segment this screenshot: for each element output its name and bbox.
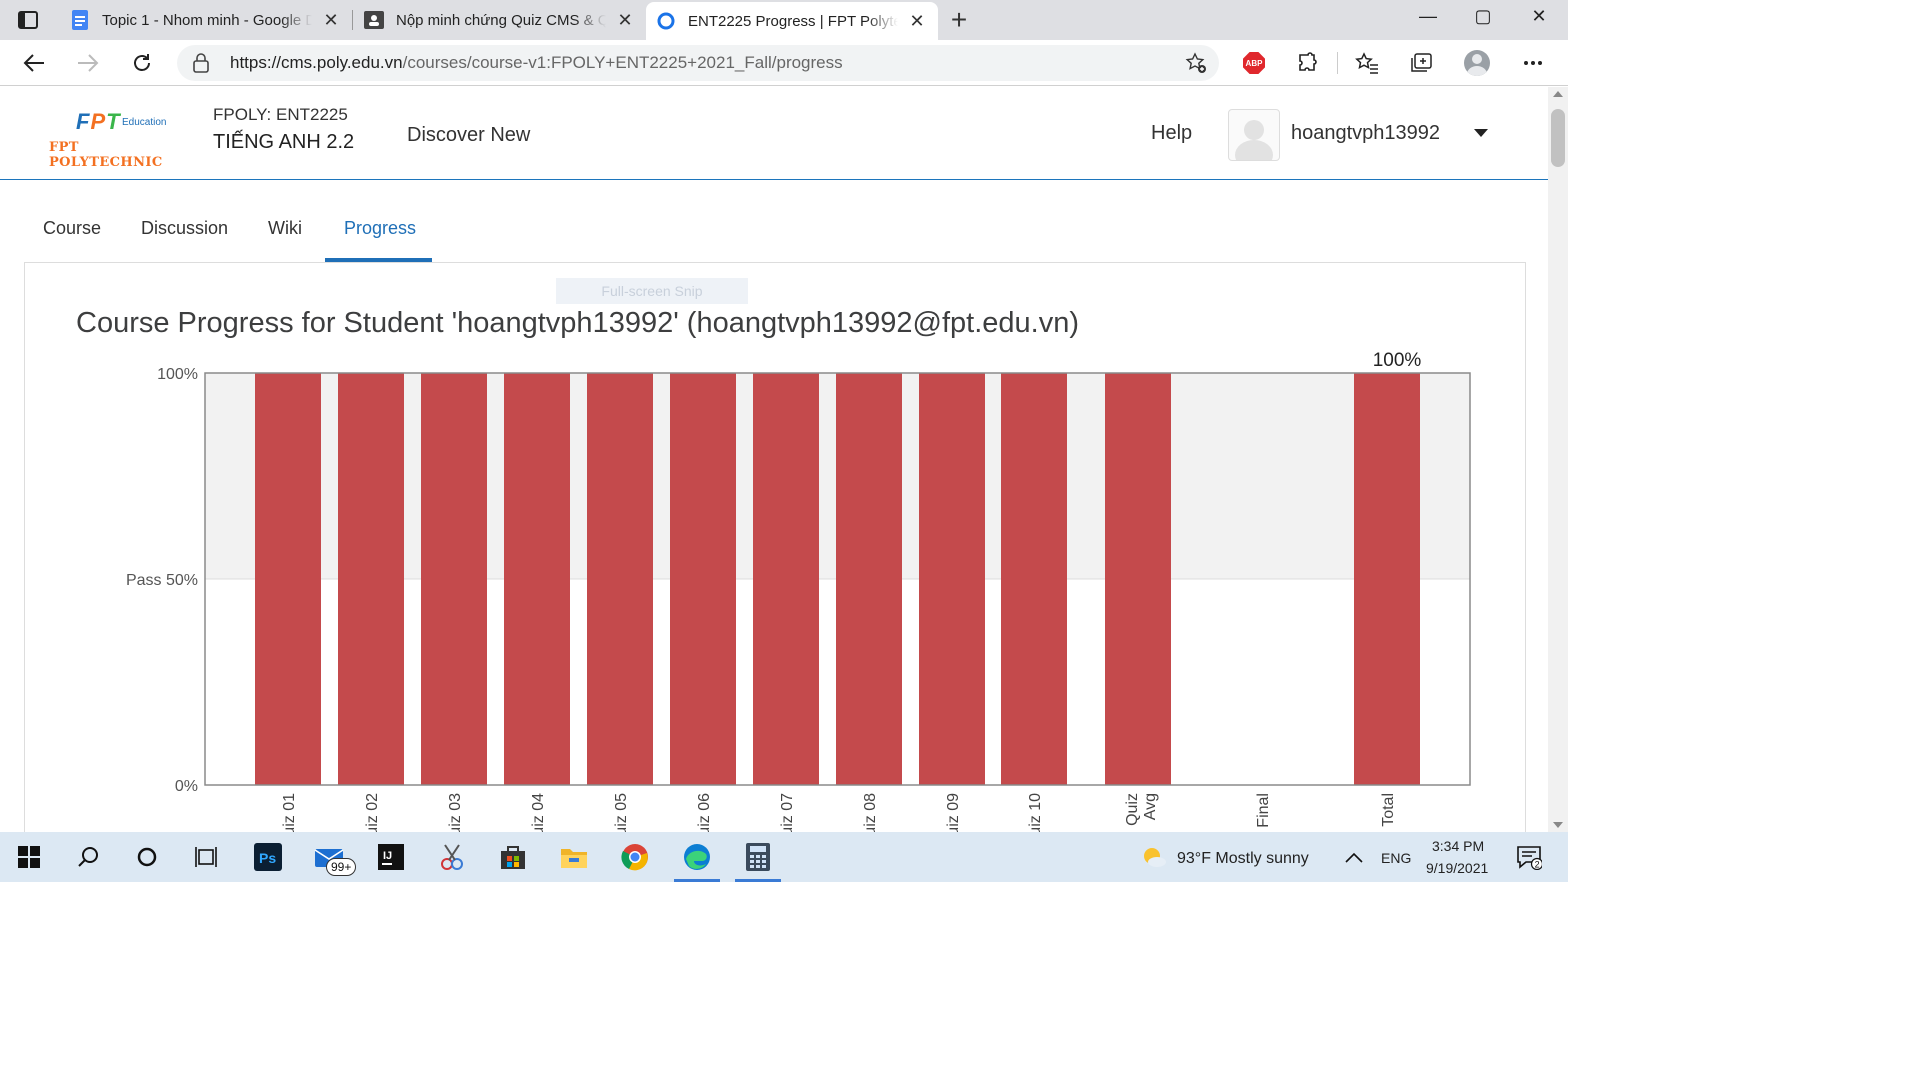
x-tick-label: uiz 05 <box>613 793 630 832</box>
url-path: /courses/course-v1:FPOLY+ENT2225+2021_Fa… <box>402 53 843 72</box>
extensions-puzzle-icon[interactable] <box>1295 50 1321 76</box>
weather-sun-icon[interactable] <box>1138 841 1170 873</box>
bar-quiz-07 <box>753 373 819 785</box>
mail-badge: 99+ <box>326 858 357 876</box>
tab-separator <box>352 10 353 30</box>
x-tick-label: uiz 09 <box>945 793 962 832</box>
total-value-label: 100% <box>1373 350 1422 371</box>
add-favorite-icon[interactable] <box>1185 52 1207 74</box>
svg-text:IJ: IJ <box>383 850 392 862</box>
profile-icon[interactable] <box>1464 50 1490 76</box>
clock-time[interactable]: 3:34 PM <box>1432 838 1484 854</box>
windows-start-icon[interactable] <box>13 841 45 873</box>
snipping-tool-icon[interactable] <box>436 841 468 873</box>
edge-loading-icon <box>656 11 676 31</box>
classroom-icon <box>364 10 384 30</box>
y-tick-label: 0% <box>175 778 198 795</box>
tab-google-docs[interactable]: Topic 1 - Nhom minh - Google D ✕ <box>60 3 350 37</box>
bar-quiz-03 <box>421 373 487 785</box>
bar-quiz-02 <box>338 373 404 785</box>
calculator-icon[interactable] <box>742 841 774 873</box>
tab-close-icon[interactable]: ✕ <box>322 10 340 31</box>
tab-close-icon[interactable]: ✕ <box>908 11 926 32</box>
toolbar-separator <box>1337 52 1338 74</box>
x-tick-label: QuizAvg <box>1124 793 1159 826</box>
avatar <box>1464 50 1490 76</box>
new-tab-button[interactable]: + <box>946 6 972 34</box>
store-icon[interactable] <box>497 841 529 873</box>
photoshop-icon[interactable]: Ps <box>252 841 284 873</box>
windows-taskbar: Ps 99+ IJ 93°F Mostly sunny ENG 3:34 PM … <box>0 832 1568 882</box>
tab-close-icon[interactable]: ✕ <box>616 10 634 31</box>
bar-quiz-09 <box>919 373 985 785</box>
x-tick-label: Total <box>1380 793 1397 827</box>
intellij-icon[interactable]: IJ <box>375 841 407 873</box>
more-icon[interactable] <box>1520 50 1546 76</box>
browser-toolbar: https://cms.poly.edu.vn/courses/course-v… <box>0 40 1568 86</box>
x-tick-label: uiz 03 <box>447 793 464 832</box>
cortana-icon[interactable] <box>131 841 163 873</box>
edge-active-indicator <box>674 879 720 882</box>
x-tick-label: uiz 02 <box>364 793 381 832</box>
x-tick-label: Final <box>1255 793 1272 828</box>
x-tick-label: uiz 10 <box>1027 793 1044 832</box>
edge-icon[interactable] <box>681 841 713 873</box>
favorites-icon[interactable] <box>1354 50 1380 76</box>
vertical-scrollbar[interactable] <box>1548 87 1568 832</box>
scroll-thumb[interactable] <box>1551 109 1565 167</box>
google-docs-icon <box>70 10 90 30</box>
close-window-icon[interactable]: ✕ <box>1524 6 1554 27</box>
language-indicator[interactable]: ENG <box>1381 850 1411 866</box>
refresh-icon[interactable] <box>127 48 157 78</box>
x-tick-label: uiz 08 <box>862 793 879 832</box>
page-content: FPT Education FPT POLYTECHNIC FPOLY: ENT… <box>0 87 1548 832</box>
notification-center-icon[interactable]: 2 <box>1513 841 1545 873</box>
maximize-icon[interactable]: ▢ <box>1468 6 1498 27</box>
search-icon[interactable] <box>73 841 105 873</box>
collections-icon[interactable] <box>1408 50 1434 76</box>
weather-text[interactable]: 93°F Mostly sunny <box>1177 850 1309 868</box>
x-tick-label: uiz 06 <box>696 793 713 832</box>
bar-quiz-08 <box>836 373 902 785</box>
tab-title: ENT2225 Progress | FPT Polytech <box>688 12 898 30</box>
x-tick-label: uiz 07 <box>779 793 796 832</box>
url-text[interactable]: https://cms.poly.edu.vn/courses/course-v… <box>230 53 843 73</box>
x-tick-label: uiz 01 <box>281 793 298 832</box>
bar-quiz-avg <box>1105 373 1171 785</box>
y-tick-label: 100% <box>157 366 198 383</box>
bar-quiz-01 <box>255 373 321 785</box>
tab-title: Topic 1 - Nhom minh - Google D <box>102 11 312 29</box>
scroll-down-icon[interactable] <box>1553 822 1563 828</box>
bar-quiz-06 <box>670 373 736 785</box>
tab-progress-active[interactable]: ENT2225 Progress | FPT Polytech ✕ <box>646 2 938 40</box>
bar-quiz-05 <box>587 373 653 785</box>
minimize-icon[interactable]: — <box>1413 6 1443 27</box>
address-bar[interactable]: https://cms.poly.edu.vn/courses/course-v… <box>177 45 1219 81</box>
svg-text:Ps: Ps <box>259 850 276 866</box>
notification-count: 2 <box>1535 860 1540 870</box>
tab-quiz-submission[interactable]: Nộp minh chứng Quiz CMS & Q ✕ <box>354 3 644 37</box>
bar-quiz-10 <box>1001 373 1067 785</box>
url-host: https://cms.poly.edu.vn <box>230 53 403 72</box>
task-view-icon[interactable] <box>190 841 222 873</box>
calculator-active-indicator <box>735 879 781 882</box>
lock-icon[interactable] <box>193 53 213 73</box>
browser-tab-bar: Topic 1 - Nhom minh - Google D ✕ Nộp min… <box>0 0 1568 40</box>
tab-title: Nộp minh chứng Quiz CMS & Q <box>396 11 606 29</box>
scroll-up-icon[interactable] <box>1553 91 1563 97</box>
adblock-plus-icon[interactable]: ABP <box>1241 50 1267 76</box>
tab-actions-icon[interactable] <box>14 8 42 32</box>
chevron-up-icon[interactable] <box>1338 841 1370 873</box>
clock-date[interactable]: 9/19/2021 <box>1426 860 1488 876</box>
chrome-icon[interactable] <box>619 841 651 873</box>
y-tick-label: Pass 50% <box>126 572 198 589</box>
progress-chart: 100% Pass 50% 0% 100% uiz 01 uiz 02 uiz 03 uiz … <box>126 350 1471 832</box>
x-tick-label: uiz 04 <box>530 793 547 832</box>
forward-arrow-icon[interactable] <box>73 48 103 78</box>
bar-quiz-04 <box>504 373 570 785</box>
bar-total <box>1354 373 1420 785</box>
file-explorer-icon[interactable] <box>558 841 590 873</box>
back-arrow-icon[interactable] <box>19 48 49 78</box>
